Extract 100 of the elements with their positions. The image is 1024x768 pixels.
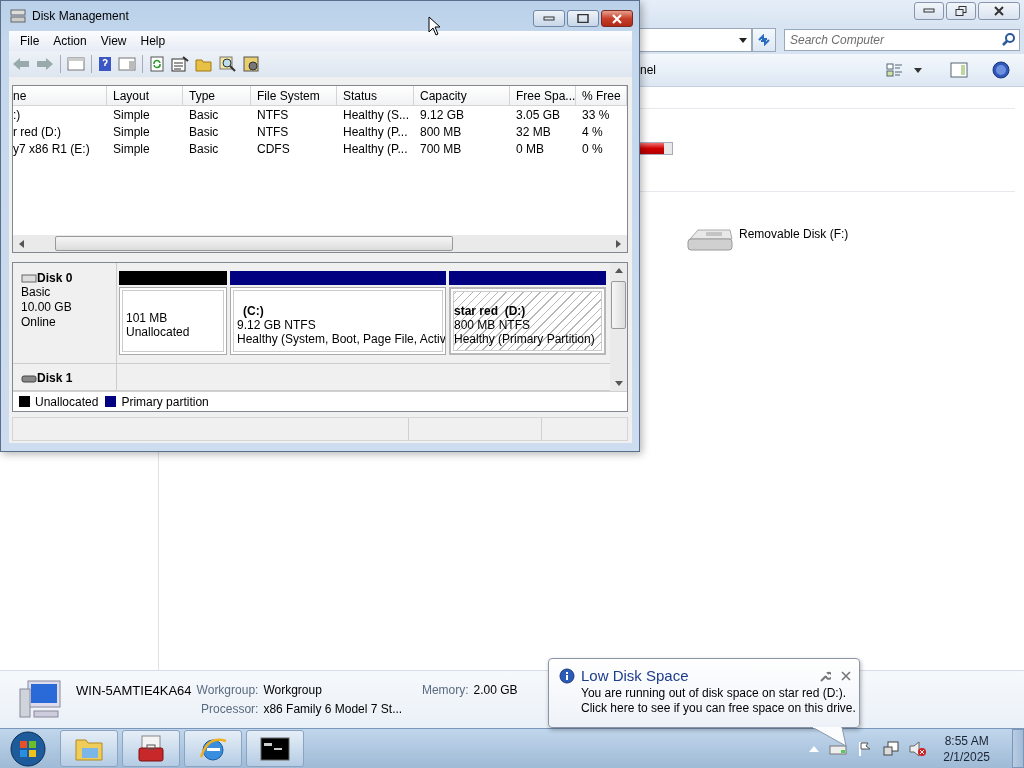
dropdown-icon[interactable] xyxy=(914,67,922,73)
drive-item[interactable]: Removable Disk (F:) xyxy=(686,225,849,253)
partition-name: (C:) xyxy=(242,304,265,318)
menu-item[interactable]: File xyxy=(13,34,47,48)
disk-management-icon xyxy=(10,9,26,23)
callout-pointer xyxy=(812,727,848,747)
field-label: Processor: xyxy=(200,702,259,716)
table-cell-text: CDFS xyxy=(256,141,291,156)
table-cell-text: 0 MB xyxy=(515,141,545,156)
menu-item[interactable]: View xyxy=(93,34,134,48)
maximize-button[interactable] xyxy=(567,10,599,27)
settings-icon[interactable] xyxy=(243,56,261,72)
column-header[interactable]: File System xyxy=(251,86,337,105)
partition-info: 800 MB NTFS xyxy=(454,318,532,332)
field-label: Workgroup: xyxy=(196,683,259,698)
scroll-left-icon[interactable] xyxy=(19,239,25,248)
menu-item[interactable]: Help xyxy=(133,34,173,48)
scroll-down-icon[interactable] xyxy=(614,381,623,386)
column-header[interactable]: Free Spa... xyxy=(510,86,576,105)
disk-name: Disk 1 xyxy=(37,371,73,385)
scroll-up-icon[interactable] xyxy=(614,268,623,273)
disk-name: Disk 0 xyxy=(37,271,73,285)
vertical-scrollbar[interactable] xyxy=(610,263,627,391)
table-cell-text: Simple xyxy=(112,124,151,139)
network-icon[interactable] xyxy=(883,740,900,757)
magnifier-icon[interactable] xyxy=(219,56,237,72)
table-cell-text: 800 MB xyxy=(419,124,463,139)
close-button[interactable] xyxy=(978,2,1020,20)
table-cell-text: 3.05 GB xyxy=(515,107,562,122)
partition-name: star red (D:) xyxy=(454,304,527,318)
table-cell-text: y7 x86 R1 (E:) xyxy=(13,141,91,156)
field-value: 2.00 GB xyxy=(473,683,518,698)
scrollbar-thumb[interactable] xyxy=(55,236,453,251)
disk-info: Basic xyxy=(21,285,52,300)
partition-block[interactable]: star red (D:) 800 MB NTFS Healthy (Primary Partition) xyxy=(449,287,606,355)
partition-block[interactable]: (C:) 9.12 GB NTFS Healthy (System, Boot, Page File, Activ xyxy=(230,287,446,355)
close-button[interactable] xyxy=(601,10,633,27)
field-value: x86 Family 6 Model 7 St... xyxy=(263,702,404,716)
partition-block[interactable]: 101 MB Unallocated xyxy=(119,287,227,355)
close-icon[interactable] xyxy=(841,670,851,681)
clock[interactable]: 8:55 AM 2/1/2025 xyxy=(943,732,990,765)
preview-pane-icon[interactable] xyxy=(950,62,968,78)
speaker-muted-icon[interactable] xyxy=(909,740,928,757)
column-header[interactable]: % Free xyxy=(576,86,627,105)
table-cell-text: NTFS xyxy=(256,107,290,122)
partition-info: Healthy (System, Boot, Page File, Activ xyxy=(237,332,445,346)
notification-balloon[interactable]: Low Disk Space You are running out of disk space on star red (D:). Click here to see if you can free space on this drive. xyxy=(548,658,860,728)
command-bar-text[interactable]: nel xyxy=(640,63,886,77)
refresh-icon xyxy=(757,34,771,46)
start-button[interactable] xyxy=(8,729,48,768)
close-icon xyxy=(993,6,1005,16)
folder-icon[interactable] xyxy=(195,56,213,72)
menu-item[interactable]: Action xyxy=(46,34,94,48)
refresh-icon[interactable] xyxy=(149,56,165,72)
partition-info: 101 MB xyxy=(126,311,169,325)
minimize-icon xyxy=(923,8,935,14)
horizontal-scrollbar[interactable] xyxy=(13,235,627,252)
properties-icon[interactable] xyxy=(171,56,189,72)
drive-icon[interactable] xyxy=(829,742,848,755)
disk-info: Online xyxy=(21,315,57,330)
window-title: Disk Management xyxy=(32,9,130,23)
table-cell-text: Basic xyxy=(188,107,220,122)
close-icon xyxy=(611,13,623,24)
column-header[interactable]: Status xyxy=(337,86,414,105)
table-cell-text: NTFS xyxy=(256,124,290,139)
search-field[interactable]: Search Computer xyxy=(784,29,1020,51)
taskbar-button[interactable] xyxy=(246,730,304,767)
clock-date: 2/1/2025 xyxy=(943,748,990,765)
column-header[interactable]: Layout xyxy=(107,86,183,105)
minimize-icon xyxy=(543,15,555,22)
table-cell-text: 4 % xyxy=(581,124,604,139)
table-cell-text: Healthy (S... xyxy=(342,107,411,122)
partition-info: Healthy (Primary Partition) xyxy=(454,332,596,346)
table-cell-text: 700 MB xyxy=(419,141,463,156)
maximize-icon xyxy=(577,14,589,23)
toolbox-icon xyxy=(136,734,166,763)
column-header[interactable]: Capacity xyxy=(414,86,510,105)
field-label: Memory: xyxy=(421,683,469,698)
partition-info: 9.12 GB NTFS xyxy=(237,318,317,332)
table-cell-text: Basic xyxy=(188,124,220,139)
partition-info: Unallocated xyxy=(126,325,191,339)
table-cell-text: 33 % xyxy=(581,107,611,122)
restore-icon xyxy=(955,6,967,16)
restore-button[interactable] xyxy=(946,2,976,20)
table-cell-text: Basic xyxy=(188,141,220,156)
computer-name: WIN-5AMTIE4KA64 xyxy=(76,683,192,698)
table-cell-text: r red (D:) xyxy=(13,124,62,139)
info-icon xyxy=(559,667,575,684)
disk-info: 10.00 GB xyxy=(21,300,73,315)
legend-label: Unallocated xyxy=(35,394,99,409)
dropdown-icon[interactable] xyxy=(739,37,747,43)
taskbar-button[interactable] xyxy=(122,730,180,767)
legend-label: Primary partition xyxy=(121,394,209,409)
refresh-button[interactable] xyxy=(752,28,776,52)
notification-title: Low Disk Space xyxy=(581,667,690,684)
scroll-right-icon[interactable] xyxy=(615,239,621,248)
table-cell-text: 32 MB xyxy=(515,124,552,139)
column-header[interactable]: ne xyxy=(13,86,107,105)
column-header[interactable]: Type xyxy=(183,86,251,105)
scrollbar-thumb[interactable] xyxy=(611,281,626,329)
